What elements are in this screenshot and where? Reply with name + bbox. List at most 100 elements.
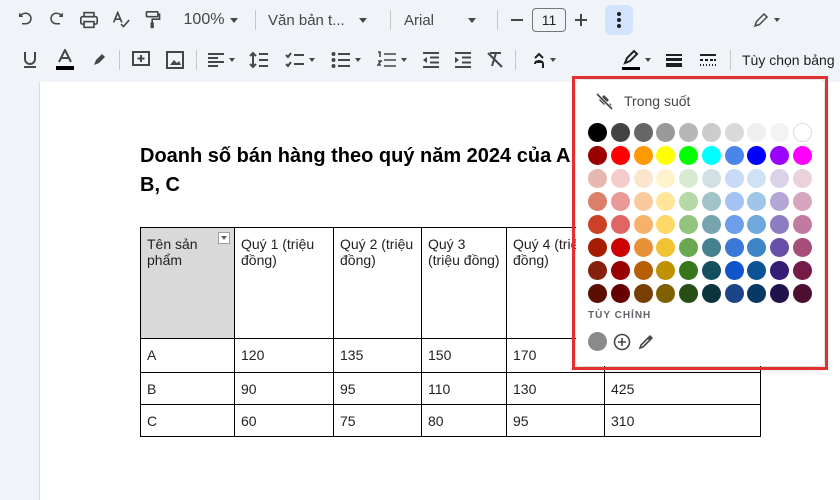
redo-icon[interactable] [44, 6, 70, 34]
increase-indent-button[interactable] [450, 46, 476, 74]
spellcheck-icon[interactable] [108, 6, 134, 34]
color-swatch[interactable] [724, 146, 744, 165]
decrease-font-size-button[interactable] [506, 6, 528, 34]
color-swatch[interactable] [747, 261, 767, 280]
color-swatch[interactable] [792, 169, 812, 188]
color-swatch[interactable] [770, 123, 790, 142]
color-swatch[interactable] [656, 123, 676, 142]
color-swatch[interactable] [701, 284, 721, 303]
insert-comment-button[interactable] [128, 46, 154, 74]
color-swatch[interactable] [679, 261, 699, 280]
print-icon[interactable] [76, 6, 102, 34]
add-custom-color-icon[interactable] [613, 333, 631, 351]
color-swatch[interactable] [724, 261, 744, 280]
color-swatch[interactable] [701, 215, 721, 234]
color-swatch[interactable] [656, 284, 676, 303]
border-dash-button[interactable] [696, 46, 720, 74]
color-swatch[interactable] [633, 215, 653, 234]
color-swatch[interactable] [792, 261, 812, 280]
document-heading[interactable]: Doanh số bán hàng theo quý năm 2024 của … [140, 142, 580, 200]
color-swatch[interactable] [588, 192, 607, 211]
color-swatch[interactable] [770, 238, 790, 257]
color-swatch[interactable] [610, 192, 630, 211]
color-swatch[interactable] [656, 146, 676, 165]
color-swatch[interactable] [633, 261, 653, 280]
color-swatch[interactable] [747, 238, 767, 257]
custom-color-swatch[interactable] [588, 332, 607, 351]
color-swatch[interactable] [610, 261, 630, 280]
table-cell[interactable]: 90 [234, 372, 334, 405]
highlight-pen-button[interactable] [88, 46, 110, 74]
color-swatch[interactable] [588, 284, 607, 303]
color-swatch[interactable] [679, 169, 699, 188]
border-width-button[interactable] [662, 46, 686, 74]
color-swatch[interactable] [588, 146, 607, 165]
color-swatch[interactable] [770, 169, 790, 188]
table-cell-selected[interactable]: Tên sản phẩm [140, 227, 235, 339]
color-swatch[interactable] [701, 238, 721, 257]
color-swatch[interactable] [701, 169, 721, 188]
table-cell[interactable]: 310 [604, 404, 761, 437]
color-swatch[interactable] [724, 215, 744, 234]
table-cell[interactable]: 75 [333, 404, 422, 437]
color-swatch[interactable] [701, 146, 721, 165]
color-swatch[interactable] [724, 123, 744, 142]
color-swatch[interactable] [747, 215, 767, 234]
color-swatch[interactable] [610, 169, 630, 188]
color-swatch[interactable] [633, 169, 653, 188]
text-color-button[interactable] [52, 46, 78, 74]
color-swatch[interactable] [747, 192, 767, 211]
align-button[interactable] [204, 46, 238, 74]
editing-mode-button[interactable] [746, 6, 786, 34]
line-spacing-button[interactable] [246, 46, 272, 74]
header-q1[interactable]: Quý 1 (triệu đồng) [234, 227, 334, 339]
color-swatch[interactable] [792, 238, 812, 257]
decrease-indent-button[interactable] [418, 46, 444, 74]
table-cell[interactable]: 110 [421, 372, 507, 405]
color-swatch[interactable] [679, 123, 699, 142]
table-cell[interactable]: A [140, 338, 235, 373]
color-swatch[interactable] [679, 215, 699, 234]
color-swatch[interactable] [701, 192, 721, 211]
color-swatch[interactable] [656, 169, 676, 188]
color-swatch[interactable] [588, 215, 607, 234]
color-swatch[interactable] [610, 146, 630, 165]
color-swatch[interactable] [610, 215, 630, 234]
table-cell[interactable]: 425 [604, 372, 761, 405]
table-cell[interactable]: 120 [234, 338, 334, 373]
table-cell[interactable]: 95 [333, 372, 422, 405]
color-swatch[interactable] [747, 123, 767, 142]
color-swatch[interactable] [701, 123, 721, 142]
color-swatch[interactable] [792, 284, 812, 303]
more-options-button[interactable] [605, 5, 633, 35]
paint-format-icon[interactable] [140, 6, 166, 34]
border-color-button[interactable] [618, 46, 654, 74]
color-swatch[interactable] [610, 284, 630, 303]
color-swatch[interactable] [770, 215, 790, 234]
color-swatch[interactable] [656, 238, 676, 257]
color-swatch[interactable] [792, 123, 812, 142]
table-cell[interactable]: B [140, 372, 235, 405]
table-cell[interactable]: 80 [421, 404, 507, 437]
header-q2[interactable]: Quý 2 (triệu đồng) [333, 227, 422, 339]
color-swatch[interactable] [679, 284, 699, 303]
eyedropper-icon[interactable] [637, 333, 655, 351]
color-swatch[interactable] [770, 192, 790, 211]
color-swatch[interactable] [747, 146, 767, 165]
color-swatch[interactable] [792, 215, 812, 234]
insert-image-button[interactable] [162, 46, 188, 74]
color-swatch[interactable] [610, 123, 630, 142]
clear-formatting-button[interactable] [482, 46, 508, 74]
color-swatch[interactable] [633, 238, 653, 257]
font-size-input[interactable]: 11 [532, 8, 566, 32]
color-swatch[interactable] [792, 146, 812, 165]
color-swatch[interactable] [724, 169, 744, 188]
transparent-option[interactable]: Trong suốt [596, 92, 690, 110]
table-cell[interactable]: C [140, 404, 235, 437]
numbered-list-button[interactable] [372, 46, 412, 74]
color-swatch[interactable] [792, 192, 812, 211]
color-swatch[interactable] [610, 238, 630, 257]
bulleted-list-button[interactable] [326, 46, 366, 74]
style-select[interactable]: Văn bản t... [268, 6, 376, 34]
color-swatch[interactable] [770, 261, 790, 280]
